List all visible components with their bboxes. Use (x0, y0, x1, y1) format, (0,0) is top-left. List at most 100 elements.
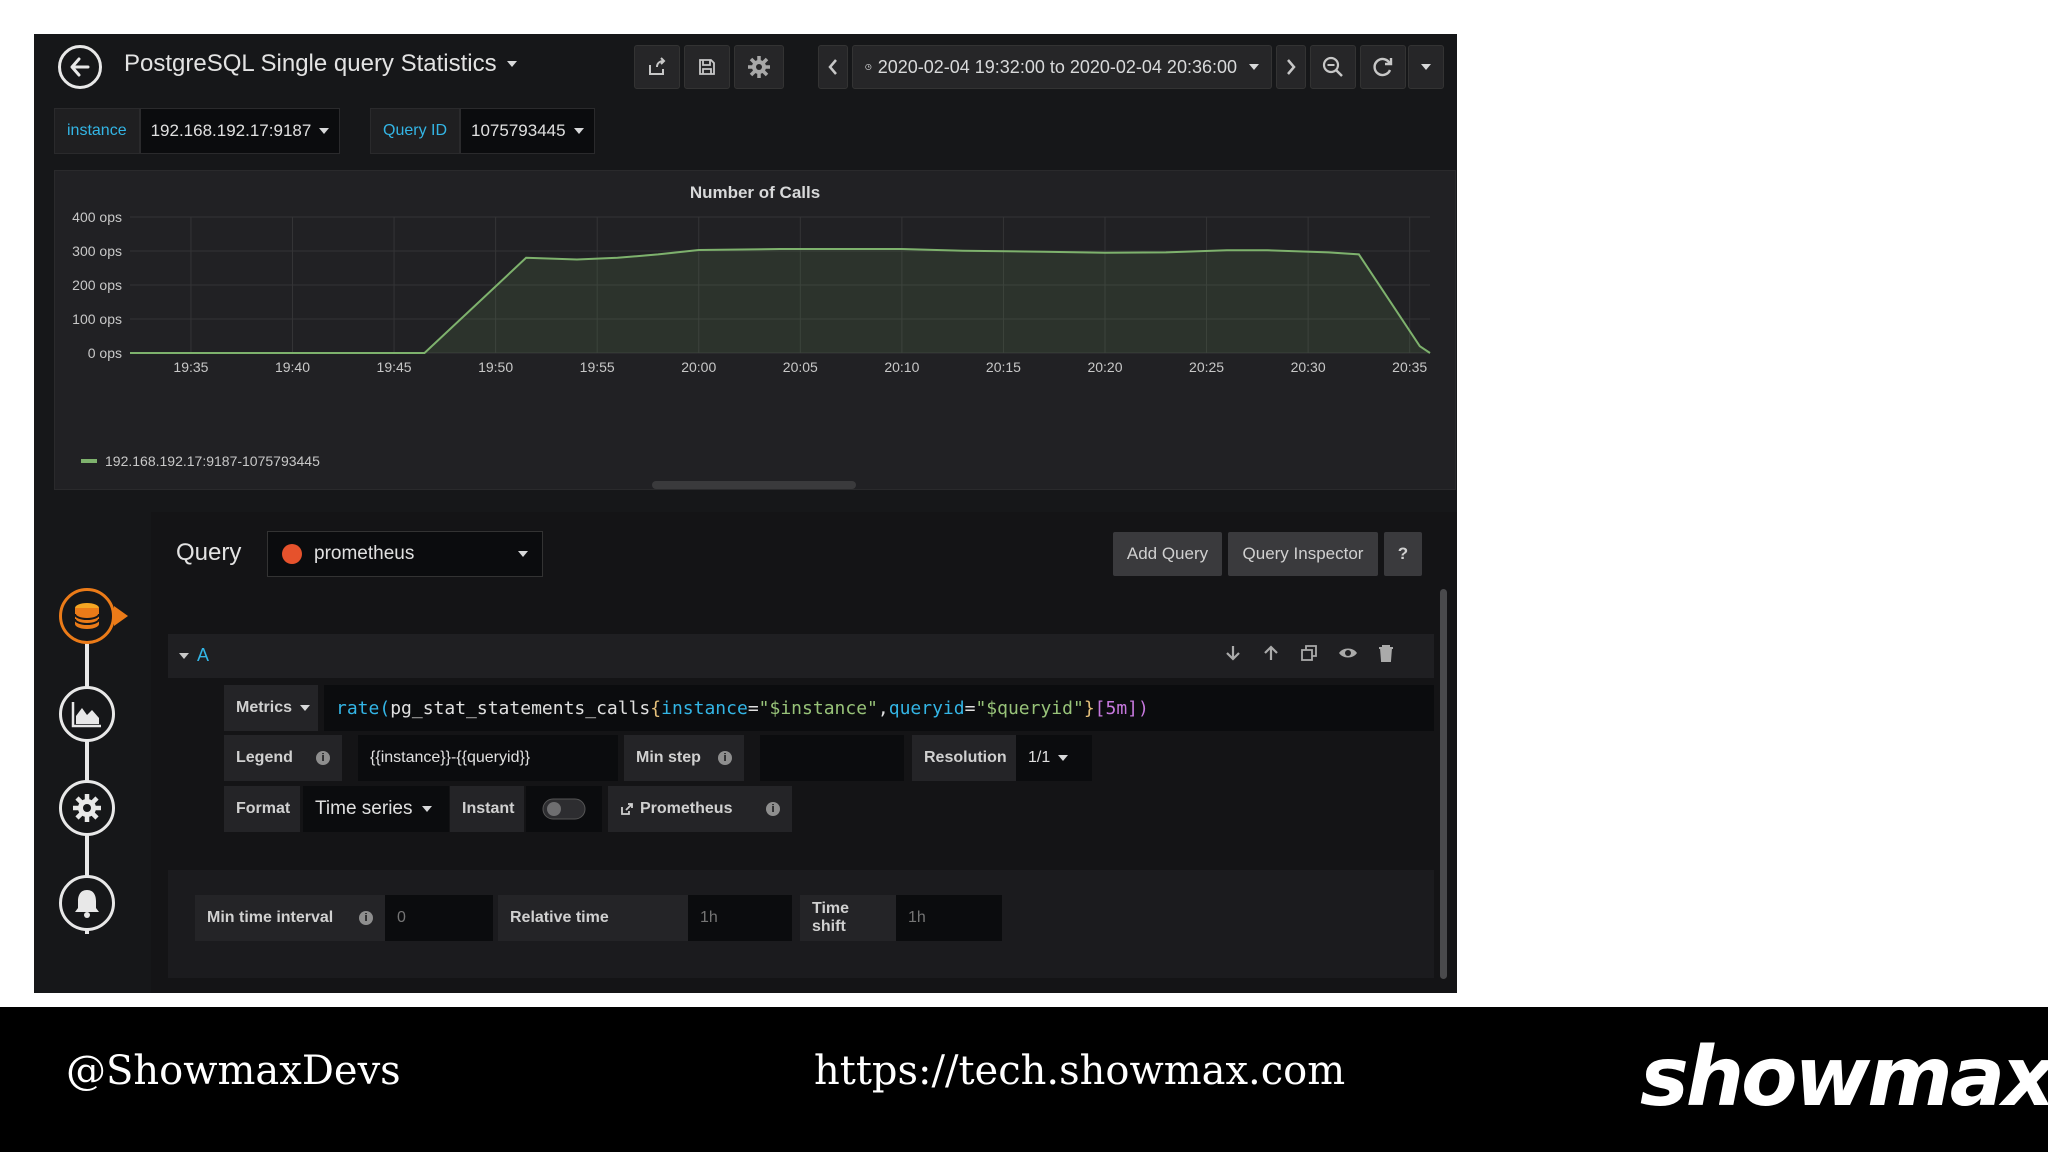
expr-function: rate( (336, 697, 391, 719)
relative-time-input[interactable] (688, 895, 792, 941)
panel-resize-handle[interactable] (652, 481, 856, 489)
chart-legend[interactable]: 192.168.192.17:9187-1075793445 (81, 453, 320, 469)
legend-series-label: 192.168.192.17:9187-1075793445 (105, 453, 320, 469)
zoom-out-button[interactable] (1310, 45, 1356, 89)
min-step-label-text: Min step (636, 749, 701, 766)
series-area (130, 249, 1430, 353)
query-section-title: Query (176, 539, 242, 566)
variable-instance-select[interactable]: 192.168.192.17:9187 (139, 108, 341, 154)
expr-operator: = (964, 697, 976, 719)
chevron-down-icon (573, 128, 584, 134)
bell-icon (75, 890, 99, 918)
add-query-button[interactable]: Add Query (1113, 532, 1222, 576)
variable-instance-value: 192.168.192.17:9187 (150, 121, 312, 140)
chevron-down-icon (422, 806, 433, 812)
variable-query-id-select[interactable]: 1075793445 (460, 108, 595, 154)
chevron-down-icon (319, 128, 330, 134)
dashboard-title-text: PostgreSQL Single query Statistics (124, 50, 497, 77)
dashboard-title[interactable]: PostgreSQL Single query Statistics (124, 50, 517, 78)
settings-button[interactable] (734, 45, 784, 89)
arrow-left-icon (70, 57, 90, 77)
refresh-interval-dropdown[interactable] (1408, 45, 1444, 89)
save-button[interactable] (684, 45, 730, 89)
y-tick-label: 200 ops (72, 277, 122, 293)
back-button[interactable] (58, 45, 102, 89)
min-step-label: Min step i (624, 735, 744, 781)
query-expression-input[interactable]: rate(pg_stat_statements_calls{instance = "… (324, 685, 1434, 731)
arrow-up-icon[interactable] (1262, 644, 1280, 662)
eye-icon[interactable] (1338, 644, 1358, 662)
x-tick-label: 20:00 (681, 359, 716, 375)
expr-label-key: queryid (888, 697, 965, 719)
time-shift-label: Time shift (800, 895, 896, 941)
share-button[interactable] (634, 45, 680, 89)
info-icon[interactable]: i (359, 911, 373, 925)
variable-query-id-label: Query ID (370, 108, 461, 154)
arrow-down-icon[interactable] (1224, 644, 1242, 662)
y-tick-label: 100 ops (72, 311, 122, 327)
grafana-screen: PostgreSQL Single query Statistics 2020-… (34, 34, 1457, 993)
graph-panel: Number of Calls 0 ops 100 ops 200 ops 300 o… (54, 170, 1456, 490)
time-range-picker[interactable]: 2020-02-04 19:32:00 to 2020-02-04 20:36:… (852, 45, 1272, 89)
x-tick-label: 19:55 (580, 359, 615, 375)
resolution-select[interactable]: 1/1 (1016, 735, 1092, 781)
variable-instance-label: instance (54, 108, 140, 154)
step-visualization[interactable] (59, 686, 115, 742)
info-icon[interactable]: i (766, 802, 780, 816)
blog-url: https://tech.showmax.com (814, 1048, 1346, 1094)
min-time-interval-label-text: Min time interval (207, 909, 334, 926)
step-queries[interactable] (59, 588, 115, 644)
gear-icon (73, 794, 101, 822)
query-row-actions (1224, 644, 1394, 662)
expr-brace: } (1083, 697, 1095, 719)
toggle-switch-icon (542, 798, 586, 820)
datasource-name: prometheus (314, 543, 415, 564)
metrics-dropdown[interactable]: Metrics (224, 685, 318, 731)
time-shift-input[interactable] (896, 895, 1002, 941)
legend-format-value: {{instance}}-{{queryid}} (370, 749, 531, 766)
instant-toggle[interactable] (526, 786, 602, 832)
expr-metric: pg_stat_statements_calls (390, 697, 651, 719)
x-tick-label: 20:05 (783, 359, 818, 375)
resolution-label: Resolution (912, 735, 1020, 781)
chevron-down-icon (518, 551, 528, 557)
x-tick-label: 20:35 (1392, 359, 1427, 375)
number-of-calls-chart[interactable]: 0 ops 100 ops 200 ops 300 ops 400 ops 19:35 19… (55, 171, 1455, 446)
zoom-out-icon (1322, 56, 1343, 77)
share-icon (649, 57, 666, 75)
min-step-input[interactable] (760, 735, 904, 781)
chevron-right-icon (1287, 59, 1296, 75)
format-value: Time series (315, 798, 413, 819)
y-tick-label: 0 ops (88, 345, 122, 361)
help-button[interactable]: ? (1384, 532, 1422, 576)
query-row-toggle[interactable]: A (179, 645, 209, 666)
duplicate-icon[interactable] (1300, 644, 1318, 662)
prometheus-link[interactable]: Prometheus i (608, 786, 792, 832)
format-label: Format (224, 786, 300, 832)
chevron-down-icon (506, 61, 517, 67)
format-select[interactable]: Time series (303, 786, 449, 832)
expr-operator: = (747, 697, 759, 719)
time-back-button[interactable] (818, 45, 848, 89)
trash-icon[interactable] (1378, 644, 1394, 662)
datasource-select[interactable]: prometheus (267, 531, 543, 577)
resolution-value: 1/1 (1028, 749, 1051, 766)
info-icon[interactable]: i (316, 751, 330, 765)
x-tick-label: 20:15 (986, 359, 1021, 375)
expr-label-value: "$queryid" (975, 697, 1084, 719)
legend-format-input[interactable]: {{instance}}-{{queryid}} (358, 735, 618, 781)
prometheus-icon (282, 544, 302, 564)
time-range-text: 2020-02-04 19:32:00 to 2020-02-04 20:36:… (877, 56, 1237, 77)
legend-format-label-text: Legend (236, 749, 293, 766)
step-general[interactable] (59, 780, 115, 836)
refresh-button[interactable] (1360, 45, 1406, 89)
time-forward-button[interactable] (1276, 45, 1306, 89)
min-time-interval-input[interactable] (385, 895, 493, 941)
info-icon[interactable]: i (718, 751, 732, 765)
query-inspector-button[interactable]: Query Inspector (1228, 532, 1378, 576)
step-alert[interactable] (59, 875, 115, 931)
chevron-down-icon (1058, 755, 1069, 761)
min-time-interval-label: Min time interval i (195, 895, 385, 941)
save-icon (699, 59, 715, 75)
editor-scrollbar[interactable] (1440, 589, 1447, 979)
